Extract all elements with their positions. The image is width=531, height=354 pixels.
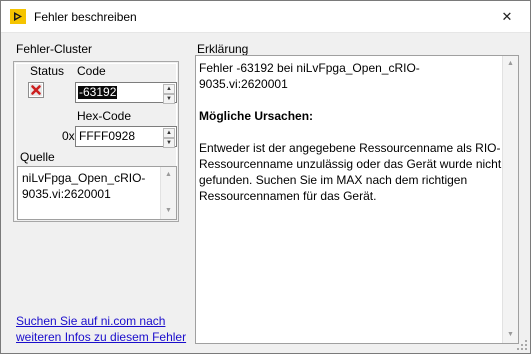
explanation-textbox[interactable]: Fehler -63192 bei niLvFpga_Open_cRIO-903…	[195, 55, 519, 344]
hex-code-value[interactable]: FFFF0928	[78, 130, 136, 143]
resize-grip-icon[interactable]	[516, 339, 528, 351]
labview-app-icon	[10, 9, 26, 24]
explanation-body: Entweder ist der angegebene Ressourcenna…	[199, 141, 502, 203]
scroll-down-icon[interactable]: ▼	[161, 203, 176, 219]
code-label: Code	[77, 64, 106, 78]
hex-code-numeric-control[interactable]: FFFF0928 ▲ ▼	[75, 126, 177, 148]
source-label: Quelle	[20, 150, 55, 164]
hex-code-label: Hex-Code	[77, 109, 132, 123]
error-x-icon	[30, 84, 42, 96]
scroll-up-icon[interactable]: ▲	[503, 56, 518, 72]
explanation-label: Erklärung	[197, 42, 249, 56]
source-textbox[interactable]: niLvFpga_Open_cRIO-9035.vi:2620001 ▲ ▼	[17, 166, 177, 220]
close-icon: ✕	[501, 8, 513, 24]
increment-arrow-icon[interactable]: ▲	[163, 84, 175, 94]
window-title: Fehler beschreiben	[34, 10, 137, 24]
error-dialog-window: Fehler beschreiben ✕ Fehler-Cluster Stat…	[0, 0, 531, 354]
code-spinner[interactable]: ▲ ▼	[163, 84, 175, 104]
close-button[interactable]: ✕	[484, 1, 530, 32]
increment-arrow-icon[interactable]: ▲	[163, 128, 175, 138]
hex-code-spinner[interactable]: ▲ ▼	[163, 128, 175, 148]
possible-causes-heading: Mögliche Ursachen:	[199, 109, 314, 123]
hex-prefix-label: 0x	[62, 129, 75, 143]
explanation-scrollbar[interactable]: ▲ ▼	[502, 56, 518, 343]
scroll-up-icon[interactable]: ▲	[161, 167, 176, 183]
decrement-arrow-icon[interactable]: ▼	[163, 94, 175, 104]
status-label: Status	[30, 64, 65, 78]
status-indicator	[28, 82, 44, 98]
explanation-error-line: Fehler -63192 bei niLvFpga_Open_cRIO-903…	[199, 61, 420, 91]
ni-com-help-link[interactable]: Suchen Sie auf ni.com nach weiteren Info…	[16, 313, 192, 345]
code-value[interactable]: -63192	[78, 86, 118, 99]
title-bar: Fehler beschreiben ✕	[1, 1, 530, 33]
decrement-arrow-icon[interactable]: ▼	[163, 138, 175, 148]
explanation-content[interactable]: Fehler -63192 bei niLvFpga_Open_cRIO-903…	[199, 60, 503, 204]
source-text[interactable]: niLvFpga_Open_cRIO-9035.vi:2620001	[22, 170, 162, 202]
code-numeric-control[interactable]: -63192 ▲ ▼	[75, 82, 177, 104]
source-scrollbar[interactable]: ▲ ▼	[160, 167, 176, 219]
error-cluster-label: Fehler-Cluster	[16, 42, 93, 56]
